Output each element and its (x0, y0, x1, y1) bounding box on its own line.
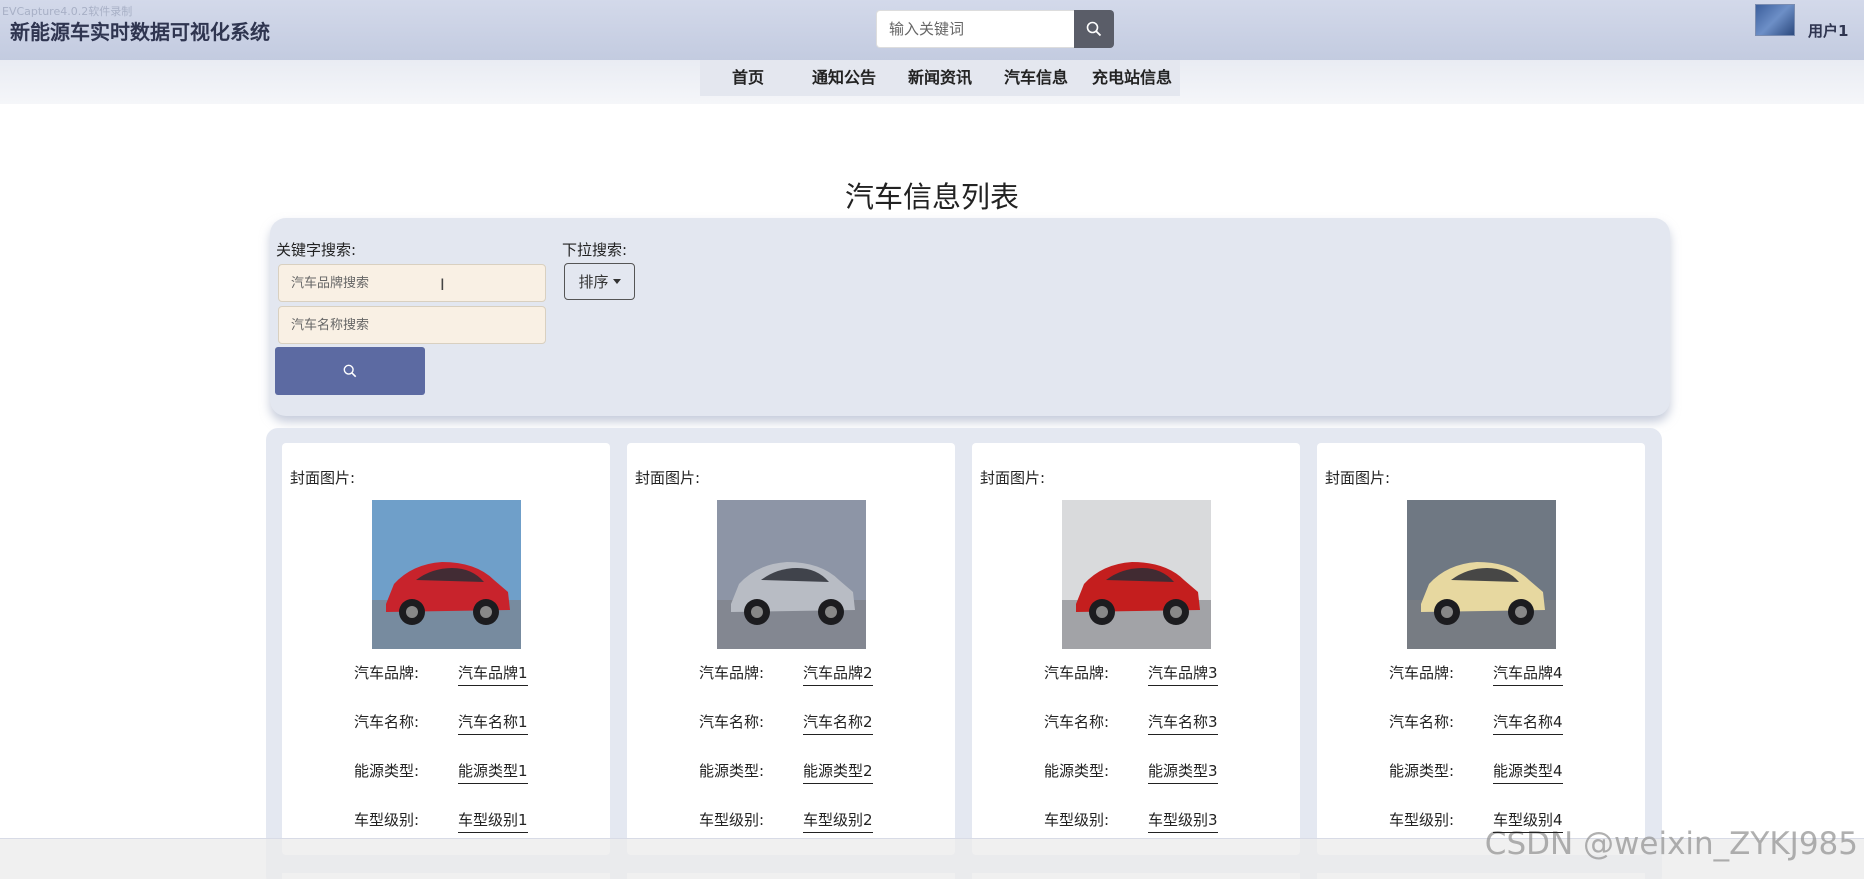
caret-down-icon (612, 279, 621, 284)
card-field-brand: 汽车品牌: 汽车品牌4 (1389, 662, 1563, 686)
search-icon (1086, 21, 1102, 37)
nav-item-stations[interactable]: 充电站信息 (1084, 60, 1180, 96)
field-value-link[interactable]: 能源类型3 (1148, 760, 1218, 784)
cover-image-label: 封面图片: (635, 469, 701, 487)
field-value-link[interactable]: 汽车品牌2 (803, 662, 873, 686)
card-field-energy-type: 能源类型: 能源类型1 (354, 760, 528, 784)
card-field-vehicle-level: 车型级别: 车型级别4 (1389, 809, 1563, 833)
keyword-search-label: 关键字搜索: (276, 241, 357, 259)
car-card[interactable]: 封面图片: (282, 443, 610, 855)
card-field-brand: 汽车品牌: 汽车品牌2 (699, 662, 873, 686)
field-label: 汽车名称: (1389, 713, 1455, 731)
field-label: 能源类型: (1044, 762, 1110, 780)
nav-item-home[interactable]: 首页 (700, 60, 796, 96)
field-label: 能源类型: (1389, 762, 1455, 780)
field-value-link[interactable]: 汽车名称2 (803, 711, 873, 735)
field-label: 汽车品牌: (354, 664, 420, 682)
car-cover-image[interactable] (372, 500, 521, 649)
brand-search-input[interactable] (278, 264, 546, 302)
cover-image-label: 封面图片: (980, 469, 1046, 487)
field-value-link[interactable]: 能源类型2 (803, 760, 873, 784)
field-value-link[interactable]: 汽车名称1 (458, 711, 528, 735)
dropdown-search-label: 下拉搜索: (562, 241, 628, 259)
field-label: 汽车名称: (699, 713, 765, 731)
field-label: 车型级别: (699, 811, 765, 829)
card-field-energy-type: 能源类型: 能源类型2 (699, 760, 873, 784)
field-value-link[interactable]: 汽车品牌4 (1493, 662, 1563, 686)
field-value-link[interactable]: 车型级别4 (1493, 809, 1563, 833)
car-cover-image[interactable] (1062, 500, 1211, 649)
field-value-link[interactable]: 能源类型1 (458, 760, 528, 784)
field-label: 车型级别: (1044, 811, 1110, 829)
card-field-vehicle-level: 车型级别: 车型级别1 (354, 809, 528, 833)
card-field-name: 汽车名称: 汽车名称1 (354, 711, 528, 735)
car-cover-image[interactable] (717, 500, 866, 649)
text-cursor-icon: I (440, 275, 445, 294)
car-cover-image[interactable] (1407, 500, 1556, 649)
field-label: 汽车品牌: (1389, 664, 1455, 682)
nav-item-news[interactable]: 新闻资讯 (892, 60, 988, 96)
card-field-energy-type: 能源类型: 能源类型3 (1044, 760, 1218, 784)
card-field-vehicle-level: 车型级别: 车型级别2 (699, 809, 873, 833)
field-label: 汽车品牌: (699, 664, 765, 682)
field-value-link[interactable]: 车型级别3 (1148, 809, 1218, 833)
field-label: 能源类型: (699, 762, 765, 780)
field-label: 汽车名称: (1044, 713, 1110, 731)
top-search-button[interactable] (1074, 10, 1114, 48)
card-field-brand: 汽车品牌: 汽车品牌1 (354, 662, 528, 686)
page-title: 汽车信息列表 (844, 180, 1019, 214)
card-field-name: 汽车名称: 汽车名称3 (1044, 711, 1218, 735)
car-card[interactable]: 封面图片: (972, 443, 1300, 855)
main-nav: 首页 通知公告 新闻资讯 汽车信息 充电站信息 (700, 60, 1180, 96)
field-value-link[interactable]: 车型级别2 (803, 809, 873, 833)
card-field-brand: 汽车品牌: 汽车品牌3 (1044, 662, 1218, 686)
user-name[interactable]: 用户1 (1808, 20, 1848, 41)
field-label: 车型级别: (1389, 811, 1455, 829)
field-value-link[interactable]: 汽车品牌1 (458, 662, 528, 686)
car-card[interactable]: 封面图片: (1317, 443, 1645, 855)
field-label: 车型级别: (354, 811, 420, 829)
top-search (876, 10, 1114, 48)
field-value-link[interactable]: 车型级别1 (458, 809, 528, 833)
top-search-input[interactable] (876, 10, 1074, 48)
site-title[interactable]: 新能源车实时数据可视化系统 (10, 16, 270, 45)
field-value-link[interactable]: 汽车名称4 (1493, 711, 1563, 735)
sort-dropdown-button[interactable]: 排序 (564, 263, 635, 300)
field-label: 能源类型: (354, 762, 420, 780)
nav-item-notices[interactable]: 通知公告 (796, 60, 892, 96)
field-value-link[interactable]: 汽车名称3 (1148, 711, 1218, 735)
card-field-name: 汽车名称: 汽车名称4 (1389, 711, 1563, 735)
car-card[interactable]: 封面图片: (627, 443, 955, 855)
sort-label: 排序 (578, 273, 609, 291)
avatar[interactable] (1755, 4, 1795, 36)
card-field-vehicle-level: 车型级别: 车型级别3 (1044, 809, 1218, 833)
cover-image-label: 封面图片: (290, 469, 356, 487)
field-label: 汽车名称: (354, 713, 420, 731)
nav-item-cars[interactable]: 汽车信息 (988, 60, 1084, 96)
card-field-name: 汽车名称: 汽车名称2 (699, 711, 873, 735)
field-label: 汽车品牌: (1044, 664, 1110, 682)
search-button[interactable] (275, 347, 425, 395)
search-icon (343, 364, 357, 378)
card-field-energy-type: 能源类型: 能源类型4 (1389, 760, 1563, 784)
field-value-link[interactable]: 汽车品牌3 (1148, 662, 1218, 686)
cover-image-label: 封面图片: (1325, 469, 1391, 487)
field-value-link[interactable]: 能源类型4 (1493, 760, 1563, 784)
name-search-input[interactable] (278, 306, 546, 344)
